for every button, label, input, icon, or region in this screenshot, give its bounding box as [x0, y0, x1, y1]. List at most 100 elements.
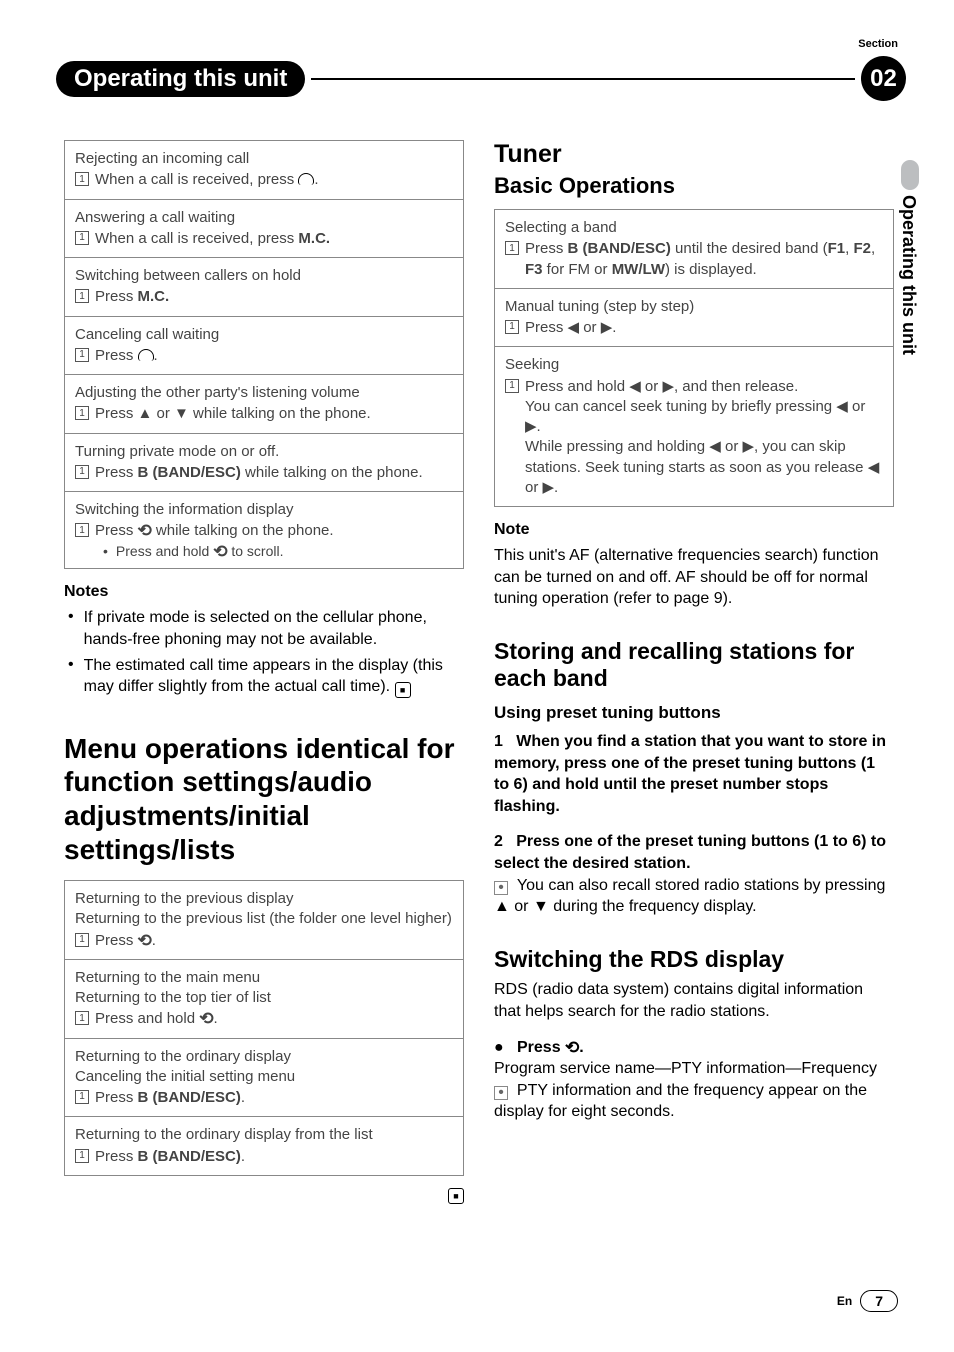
- preset-heading: Using preset tuning buttons: [494, 703, 894, 723]
- storing-heading: Storing and recalling stations for each …: [494, 638, 894, 693]
- right-column: Tuner Basic Operations Selecting a band …: [494, 140, 894, 1202]
- row-title: Seeking: [505, 355, 883, 375]
- return-icon: ⟲: [565, 1039, 579, 1056]
- row-title: Rejecting an incoming call: [75, 149, 453, 169]
- row-title: Returning to the previous list (the fold…: [75, 909, 453, 929]
- step-number-icon: 1: [75, 172, 89, 186]
- end-section-icon: ■: [448, 1188, 464, 1204]
- page-title: Operating this unit: [56, 61, 305, 97]
- step-number-icon: 1: [75, 231, 89, 245]
- phone-icon: [298, 173, 314, 185]
- step-2: 2 Press one of the preset tuning buttons…: [494, 831, 894, 874]
- table-row: Selecting a band 1Press B (BAND/ESC) unt…: [495, 210, 893, 289]
- row-step: Press B (BAND/ESC).: [95, 1147, 453, 1167]
- row-title: Answering a call waiting: [75, 208, 453, 228]
- side-tab: Operating this unit: [898, 195, 919, 355]
- row-step: When a call is received, press M.C.: [95, 229, 453, 249]
- step-number-icon: 1: [75, 1011, 89, 1025]
- row-title: Returning to the previous display: [75, 889, 453, 909]
- return-icon: ⟲: [199, 1010, 213, 1027]
- row-step: Press B (BAND/ESC) while talking on the …: [95, 463, 453, 483]
- header-divider: [311, 78, 855, 80]
- row-title: Switching between callers on hold: [75, 266, 453, 286]
- table-row: Seeking 1 Press and hold ◀ or ▶, and the…: [495, 347, 893, 506]
- table-row: Manual tuning (step by step) 1 Press ◀ or…: [495, 289, 893, 348]
- basic-ops-heading: Basic Operations: [494, 173, 894, 199]
- row-title: Returning to the ordinary display: [75, 1047, 453, 1067]
- section-heading: Menu operations identical for function s…: [64, 732, 464, 866]
- page-footer: En 7: [837, 1290, 898, 1312]
- rds-body: RDS (radio data system) contains digital…: [494, 979, 894, 1022]
- psn-line: Program service name—PTY information—Fre…: [494, 1058, 894, 1080]
- content-columns: Rejecting an incoming call 1 When a call …: [64, 140, 894, 1202]
- row-step: Press ◀ or ▶.: [525, 318, 883, 338]
- note-body: This unit's AF (alternative frequencies …: [494, 545, 894, 610]
- table-row: Returning to the previous display Return…: [65, 881, 463, 960]
- table-row: Returning to the ordinary display from t…: [65, 1117, 463, 1175]
- note-heading: Note: [494, 521, 894, 539]
- left-column: Rejecting an incoming call 1 When a call …: [64, 140, 464, 1202]
- press-step: ● Press ⟲.: [494, 1037, 894, 1059]
- phone-operations-table: Rejecting an incoming call 1 When a call …: [64, 140, 464, 569]
- row-title: Canceling the initial setting menu: [75, 1067, 453, 1087]
- table-row: Switching between callers on hold 1 Press…: [65, 258, 463, 317]
- step-number-icon: 1: [505, 241, 519, 255]
- table-row: Returning to the main menu Returning to …: [65, 960, 463, 1039]
- side-tab-marker: [901, 160, 919, 190]
- step-number-icon: 1: [75, 523, 89, 537]
- table-row: Adjusting the other party's listening vo…: [65, 375, 463, 434]
- table-row: Rejecting an incoming call 1 When a call …: [65, 141, 463, 200]
- row-title: Manual tuning (step by step): [505, 297, 883, 317]
- pty-line: • PTY information and the frequency appe…: [494, 1080, 894, 1123]
- notes-heading: Notes: [64, 583, 464, 601]
- table-row: Switching the information display 1 Press…: [65, 492, 463, 568]
- tuner-operations-table: Selecting a band 1Press B (BAND/ESC) unt…: [494, 209, 894, 507]
- bullet-icon: •: [494, 881, 508, 895]
- row-step: Press ▲ or ▼ while talking on the phone.: [95, 404, 453, 424]
- row-step: Press .: [95, 346, 453, 366]
- step-number-icon: 1: [75, 1090, 89, 1104]
- row-title: Canceling call waiting: [75, 325, 453, 345]
- row-step: Press B (BAND/ESC).: [95, 1088, 453, 1108]
- return-icon: ⟲: [138, 932, 152, 949]
- step-number-icon: 1: [75, 465, 89, 479]
- row-step: When a call is received, press .: [95, 170, 453, 190]
- step-2-sub: • You can also recall stored radio stati…: [494, 875, 894, 918]
- section-label: Section: [858, 38, 898, 50]
- row-title: Adjusting the other party's listening vo…: [75, 383, 453, 403]
- return-icon: ⟲: [138, 522, 152, 539]
- row-sub: •Press and hold ⟲ to scroll.: [103, 542, 453, 561]
- step-1: 1 When you find a station that you want …: [494, 731, 894, 817]
- row-step: Press ⟲.: [95, 931, 453, 951]
- row-step: Press ⟲ while talking on the phone.: [95, 521, 453, 541]
- step-number-icon: 1: [505, 379, 519, 393]
- step-number-icon: 1: [505, 320, 519, 334]
- list-item: If private mode is selected on the cellu…: [68, 607, 464, 650]
- step-number-icon: 1: [75, 406, 89, 420]
- list-item: The estimated call time appears in the d…: [68, 655, 464, 698]
- end-section-icon: ■: [395, 682, 411, 698]
- row-title: Returning to the ordinary display from t…: [75, 1125, 453, 1145]
- page-header: Operating this unit 02: [56, 56, 906, 101]
- row-step: Press and hold ◀ or ▶, and then release.…: [525, 377, 883, 499]
- phone-icon: [138, 349, 154, 361]
- step-number-icon: 1: [75, 348, 89, 362]
- row-title: Selecting a band: [505, 218, 883, 238]
- step-number-icon: 1: [75, 289, 89, 303]
- rds-heading: Switching the RDS display: [494, 946, 894, 974]
- menu-operations-table: Returning to the previous display Return…: [64, 880, 464, 1176]
- step-number-icon: 1: [75, 1149, 89, 1163]
- row-step: Press and hold ⟲.: [95, 1009, 453, 1029]
- page-number: 7: [860, 1290, 898, 1312]
- step-number-icon: 1: [75, 933, 89, 947]
- table-row: Answering a call waiting 1 When a call is…: [65, 200, 463, 259]
- table-row: Turning private mode on or off. 1Press B…: [65, 434, 463, 493]
- row-title: Returning to the main menu: [75, 968, 453, 988]
- table-row: Canceling call waiting 1 Press .: [65, 317, 463, 376]
- tuner-heading: Tuner: [494, 140, 894, 169]
- row-title: Switching the information display: [75, 500, 453, 520]
- section-number-badge: 02: [861, 56, 906, 101]
- row-step: Press M.C.: [95, 287, 453, 307]
- end-section-marker: ■: [64, 1184, 464, 1202]
- return-icon: ⟲: [213, 543, 227, 560]
